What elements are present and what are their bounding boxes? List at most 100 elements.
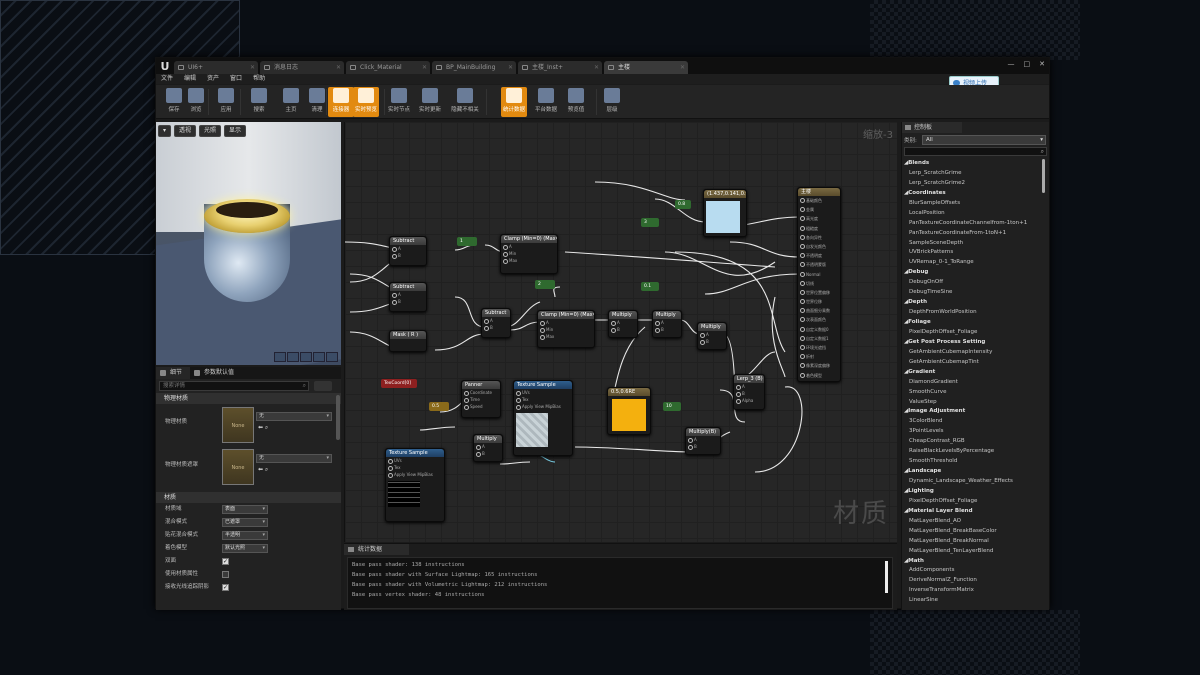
palette-item[interactable]: PixelDepthOffset_Foliage	[902, 328, 1042, 338]
cylinder-shape-button[interactable]	[274, 352, 286, 362]
node-multiply-1[interactable]: Multiply A B	[608, 310, 638, 338]
toolbar-button-11[interactable]: 统计数据	[501, 87, 527, 117]
pin-b[interactable]: B	[390, 298, 426, 305]
node-texcoord[interactable]: TexCoord[0]	[381, 379, 417, 388]
category-material[interactable]: 材质	[156, 492, 341, 503]
palette-item[interactable]: SmoothCurve	[902, 388, 1042, 398]
palette-category[interactable]: ◢Gradient	[902, 368, 1042, 378]
pin-alpha[interactable]: Alpha	[734, 397, 764, 404]
browse-arrow-icon[interactable]: ⬅ ⌕	[258, 424, 268, 432]
tab-4[interactable]: 主楼_Inst+ ✕	[518, 61, 602, 74]
phys-mat-dropdown[interactable]: 无	[256, 412, 332, 421]
pin-b[interactable]: B	[653, 326, 681, 333]
toolbar-button-13[interactable]: 预览值	[563, 87, 589, 117]
pin-mipbias[interactable]: Apply View MipBias	[386, 471, 444, 478]
custom-shape-button[interactable]	[326, 352, 338, 362]
output-pin[interactable]: 世界位置偏移	[798, 288, 840, 297]
pin-mipbias[interactable]: Apply View MipBias	[514, 403, 572, 410]
tab-1[interactable]: 消息日志 ✕	[260, 61, 344, 74]
unreal-logo-icon[interactable]: U	[156, 58, 174, 74]
palette-category[interactable]: ◢Lighting	[902, 487, 1042, 497]
palette-item[interactable]: LinearSine	[902, 596, 1042, 606]
palette-item[interactable]: PanTextureCoordinateFrom-1toN+1	[902, 229, 1042, 239]
palette-item[interactable]: LocalPosition	[902, 209, 1042, 219]
output-pin[interactable]: 自定义数据0	[798, 325, 840, 334]
node-panner[interactable]: Panner Coordinate Time Speed	[461, 380, 501, 418]
palette-item[interactable]: 3PointLevels	[902, 427, 1042, 437]
pin-b[interactable]: B	[390, 252, 426, 259]
palette-item[interactable]: MatLayerBlend_BreakNormal	[902, 537, 1042, 547]
lit-button[interactable]: 光照	[199, 125, 222, 137]
pin-a[interactable]: A	[734, 383, 764, 390]
node-subtract-1[interactable]: Subtract A B	[389, 236, 427, 266]
phys-mask-thumbnail[interactable]: None	[222, 449, 254, 485]
maximize-icon[interactable]: □	[1024, 60, 1031, 68]
output-pin[interactable]: 粗糙度	[798, 224, 840, 233]
show-button[interactable]: 显示	[224, 125, 247, 137]
palette-item[interactable]: MatLayerBlend_BreakBaseColor	[902, 527, 1042, 537]
palette-item[interactable]: BlurSampleOffsets	[902, 199, 1042, 209]
prop-checkbox[interactable]: ✓	[222, 584, 229, 591]
node-multiply-2[interactable]: Multiply A B	[652, 310, 682, 338]
pin-a[interactable]: A	[501, 243, 557, 250]
palette-item[interactable]: Lerp_ScratchGrime	[902, 169, 1042, 179]
tab-parameter-defaults[interactable]: 参数默认值	[190, 367, 242, 379]
category-physical-material[interactable]: 物理材质	[156, 393, 341, 404]
prop-checkbox[interactable]: ✓	[222, 558, 229, 565]
node-mask[interactable]: Mask ( R )	[389, 330, 427, 352]
prop-select[interactable]: 已遮罩	[222, 518, 268, 527]
cube-shape-button[interactable]	[313, 352, 325, 362]
node-const-1[interactable]: 1	[457, 237, 477, 246]
node-multiply-5[interactable]: Multiply(B) A B	[685, 427, 721, 455]
palette-item[interactable]: DebugTimeSine	[902, 288, 1042, 298]
output-pin[interactable]: 不透明蒙版	[798, 260, 840, 269]
toolbar-button-8[interactable]: 实时节点	[386, 87, 412, 117]
output-pin[interactable]: 切线	[798, 279, 840, 288]
pin-min[interactable]: Min	[538, 326, 594, 333]
close-tab-icon[interactable]: ✕	[508, 61, 513, 74]
pin-a[interactable]: A	[686, 436, 720, 443]
palette-item[interactable]: 3ColorBlend	[902, 417, 1042, 427]
pin-a[interactable]: A	[390, 245, 426, 252]
node-lerp[interactable]: Lerp_3 (B) A B Alpha	[733, 374, 765, 410]
tab-stats[interactable]: 统计数据	[344, 544, 409, 555]
palette-item[interactable]: DiamondGradient	[902, 378, 1042, 388]
close-icon[interactable]: ✕	[1039, 60, 1045, 68]
browse-arrow-icon-2[interactable]: ⬅ ⌕	[258, 466, 268, 474]
toolbar-button-3[interactable]: 搜索	[246, 87, 272, 117]
menu-item-0[interactable]: 文件	[161, 74, 173, 84]
pin-b[interactable]: B	[686, 443, 720, 450]
pin-b[interactable]: B	[474, 450, 502, 457]
node-const-05[interactable]: 0.5	[429, 402, 449, 411]
toolbar-button-14[interactable]: 层级	[599, 87, 625, 117]
node-texture-sample-1[interactable]: Texture Sample UVs Tex Apply View MipBia…	[513, 380, 573, 456]
category-select[interactable]: All	[922, 135, 1046, 145]
palette-item[interactable]: PanTextureCoordinateChannelfrom-1ton+1	[902, 219, 1042, 229]
pin-speed[interactable]: Speed	[462, 403, 500, 410]
close-tab-icon[interactable]: ✕	[422, 61, 427, 74]
palette-item[interactable]: MatLayerBlend_TenLayerBlend	[902, 547, 1042, 557]
palette-search-input[interactable]: ⌕	[904, 147, 1047, 156]
details-search-input[interactable]: 搜索详情 ⌕	[159, 381, 309, 391]
pin-time[interactable]: Time	[462, 396, 500, 403]
pin-tex[interactable]: Tex	[514, 396, 572, 403]
palette-category[interactable]: ◢Coordinates	[902, 189, 1042, 199]
pin-b[interactable]: B	[609, 326, 637, 333]
close-tab-icon[interactable]: ✕	[336, 61, 341, 74]
output-pin[interactable]: Normal	[798, 270, 840, 279]
node-const-3[interactable]: 3	[641, 218, 659, 227]
palette-category[interactable]: ◢Blends	[902, 159, 1042, 169]
preview-viewport[interactable]: ▾ 透视 光照 显示	[156, 122, 341, 365]
palette-item[interactable]: CheapContrast_RGB	[902, 437, 1042, 447]
phys-mat-thumbnail[interactable]: None	[222, 407, 254, 443]
menu-item-4[interactable]: 帮助	[253, 74, 265, 84]
prop-checkbox[interactable]	[222, 571, 229, 578]
palette-scrollbar[interactable]	[1042, 159, 1045, 193]
output-pin[interactable]: 自定义数据1	[798, 334, 840, 343]
node-clamp-2[interactable]: Clamp (Min=0) (Max=1) A Min Max	[537, 310, 595, 348]
pin-a[interactable]: A	[390, 291, 426, 298]
output-pin[interactable]: 曲面细分乘数	[798, 306, 840, 315]
sphere-shape-button[interactable]	[287, 352, 299, 362]
pin-a[interactable]: A	[538, 319, 594, 326]
node-const-10[interactable]: 10	[663, 402, 681, 411]
